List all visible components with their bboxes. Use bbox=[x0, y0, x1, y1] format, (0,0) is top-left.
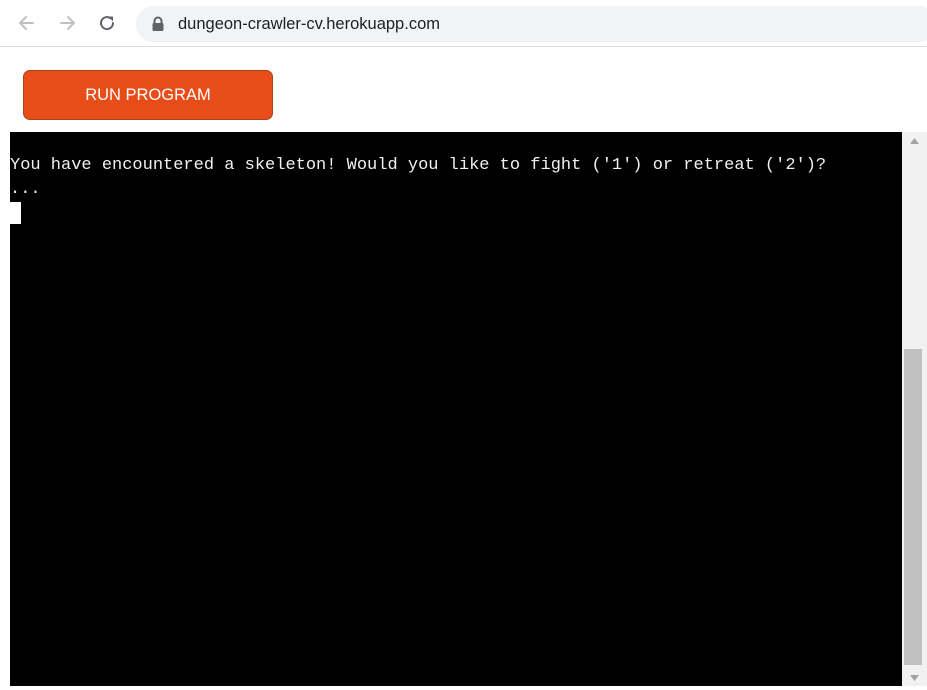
reload-button[interactable] bbox=[90, 6, 124, 40]
browser-toolbar: dungeon-crawler-cv.herokuapp.com bbox=[0, 0, 927, 47]
arrow-left-icon bbox=[19, 16, 34, 30]
arrow-right-icon bbox=[60, 16, 75, 30]
lock-icon[interactable] bbox=[148, 14, 168, 34]
terminal-line: You have encountered a skeleton! Would y… bbox=[10, 156, 827, 175]
scroll-thumb[interactable] bbox=[904, 349, 922, 665]
triangle-up-icon bbox=[910, 137, 919, 144]
reload-icon bbox=[100, 16, 115, 31]
url-text[interactable]: dungeon-crawler-cv.herokuapp.com bbox=[178, 15, 440, 34]
scroll-up-button[interactable] bbox=[902, 132, 927, 149]
terminal-scrollbar[interactable] bbox=[902, 132, 927, 686]
forward-button[interactable] bbox=[50, 6, 84, 40]
terminal-container: You have encountered a skeleton! Would y… bbox=[10, 132, 927, 686]
terminal-line: ... bbox=[10, 180, 41, 199]
terminal[interactable]: You have encountered a skeleton! Would y… bbox=[10, 132, 902, 686]
terminal-cursor bbox=[10, 202, 21, 224]
run-program-button[interactable]: RUN PROGRAM bbox=[23, 70, 273, 120]
address-bar[interactable]: dungeon-crawler-cv.herokuapp.com bbox=[136, 6, 927, 42]
scroll-down-button[interactable] bbox=[902, 669, 927, 686]
terminal-cursor-line bbox=[10, 202, 902, 226]
triangle-down-icon bbox=[910, 674, 919, 681]
back-button[interactable] bbox=[10, 6, 44, 40]
